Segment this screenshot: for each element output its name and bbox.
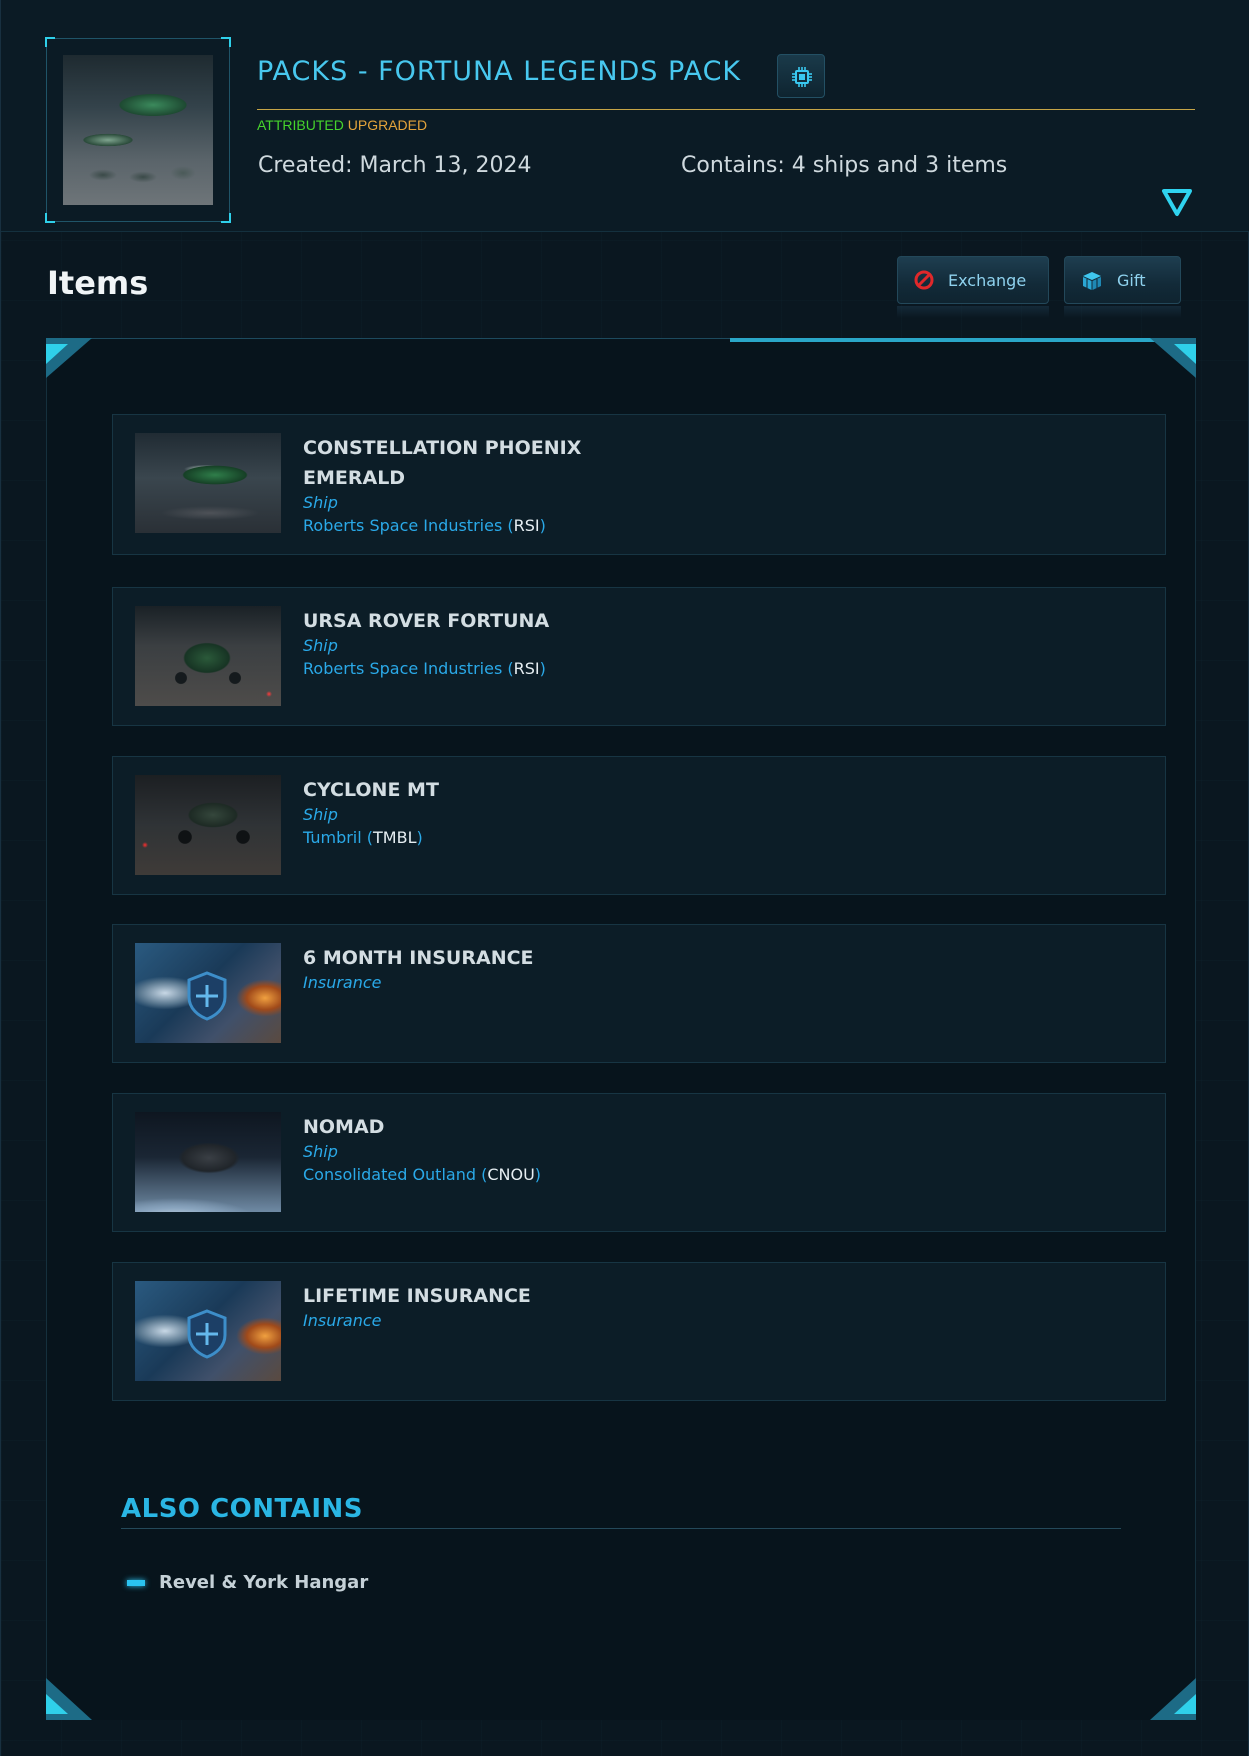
item-image (135, 775, 281, 875)
panel-top-highlight (730, 338, 1195, 342)
manufacturer-code: CNOU (487, 1165, 535, 1184)
item-image (135, 606, 281, 706)
manufacturer-code: RSI (513, 659, 540, 678)
manufacturer-code: TMBL (373, 828, 417, 847)
panel-corner-ornament (1150, 1678, 1196, 1720)
frame-corner (45, 37, 55, 47)
created-date: Created: March 13, 2024 (258, 153, 532, 178)
gift-label: Gift (1117, 271, 1146, 290)
item-card-constellation[interactable]: CONSTELLATION PHOENIX EMERALD Ship Rober… (112, 414, 1166, 555)
item-name: URSA ROVER FORTUNA (303, 610, 550, 632)
item-type: Ship (303, 493, 338, 512)
item-manufacturer: Consolidated Outland (CNOU) (303, 1165, 542, 1184)
item-manufacturer: Tumbril (TMBL) (303, 828, 423, 847)
also-contains-heading: ALSO CONTAINS (121, 1494, 364, 1524)
item-name: NOMAD (303, 1116, 385, 1138)
item-type: Ship (303, 805, 338, 824)
status-row: ATTRIBUTED UPGRADED (257, 117, 427, 133)
item-name: CONSTELLATION PHOENIX EMERALD (303, 437, 582, 489)
chip-icon (792, 67, 812, 87)
status-attributed: ATTRIBUTED (257, 117, 344, 133)
panel-corner-ornament (1150, 338, 1196, 378)
shield-icon (187, 1309, 227, 1359)
contains-summary: Contains: 4 ships and 3 items (681, 153, 1008, 178)
manufacturer-code: RSI (513, 516, 540, 535)
item-manufacturer: Roberts Space Industries (RSI) (303, 516, 546, 535)
no-entry-icon (914, 270, 934, 290)
page-title: PACKS - FORTUNA LEGENDS PACK (257, 56, 742, 87)
manufacturer-name: Roberts Space Industries (303, 659, 503, 678)
gift-box-icon (1083, 272, 1101, 290)
item-card-cyclone[interactable]: CYCLONE MT Ship Tumbril (TMBL) (112, 756, 1166, 895)
bullet-icon (127, 1580, 145, 1586)
frame-corner (45, 213, 55, 223)
manufacturer-name: Consolidated Outland (303, 1165, 476, 1184)
item-name: CYCLONE MT (303, 779, 439, 801)
item-image (135, 433, 281, 533)
triangle-down-icon[interactable] (1161, 188, 1193, 218)
item-card-lifetime-insurance[interactable]: LIFETIME INSURANCE Insurance (112, 1262, 1166, 1401)
button-reflection (1064, 306, 1181, 318)
item-name: 6 MONTH INSURANCE (303, 947, 534, 969)
also-contains-divider (121, 1528, 1121, 1529)
pack-header[interactable]: PACKS - FORTUNA LEGENDS PACK ATTRIBUTED … (1, 0, 1249, 232)
item-type: Ship (303, 636, 338, 655)
pledge-page: PACKS - FORTUNA LEGENDS PACK ATTRIBUTED … (0, 0, 1249, 1756)
manufacturer-name: Tumbril (303, 828, 362, 847)
item-type: Ship (303, 1142, 338, 1161)
item-image (135, 1112, 281, 1212)
pack-thumbnail (63, 55, 213, 205)
item-manufacturer: Roberts Space Industries (RSI) (303, 659, 546, 678)
chip-badge[interactable] (777, 54, 825, 98)
panel-corner-ornament (46, 1678, 92, 1720)
item-name: LIFETIME INSURANCE (303, 1285, 531, 1307)
frame-corner (221, 37, 231, 47)
also-contains-label: Revel & York Hangar (159, 1572, 369, 1593)
frame-corner (221, 213, 231, 223)
gift-button[interactable]: Gift (1064, 256, 1181, 304)
exchange-button[interactable]: Exchange (897, 256, 1049, 304)
item-image (135, 1281, 281, 1381)
button-reflection (897, 306, 1049, 318)
item-card-6-month-insurance[interactable]: 6 MONTH INSURANCE Insurance (112, 924, 1166, 1063)
title-row: PACKS - FORTUNA LEGENDS PACK (257, 50, 1195, 100)
status-upgraded: UPGRADED (347, 117, 428, 133)
item-card-ursa[interactable]: URSA ROVER FORTUNA Ship Roberts Space In… (112, 587, 1166, 726)
item-type: Insurance (303, 973, 382, 992)
title-divider (257, 109, 1195, 110)
item-image (135, 943, 281, 1043)
item-type: Insurance (303, 1311, 382, 1330)
shield-icon (187, 971, 227, 1021)
items-heading: Items (47, 264, 149, 302)
manufacturer-name: Roberts Space Industries (303, 516, 503, 535)
item-card-nomad[interactable]: NOMAD Ship Consolidated Outland (CNOU) (112, 1093, 1166, 1232)
pack-thumbnail-frame (45, 37, 231, 223)
exchange-label: Exchange (948, 271, 1027, 290)
panel-corner-ornament (46, 338, 92, 378)
